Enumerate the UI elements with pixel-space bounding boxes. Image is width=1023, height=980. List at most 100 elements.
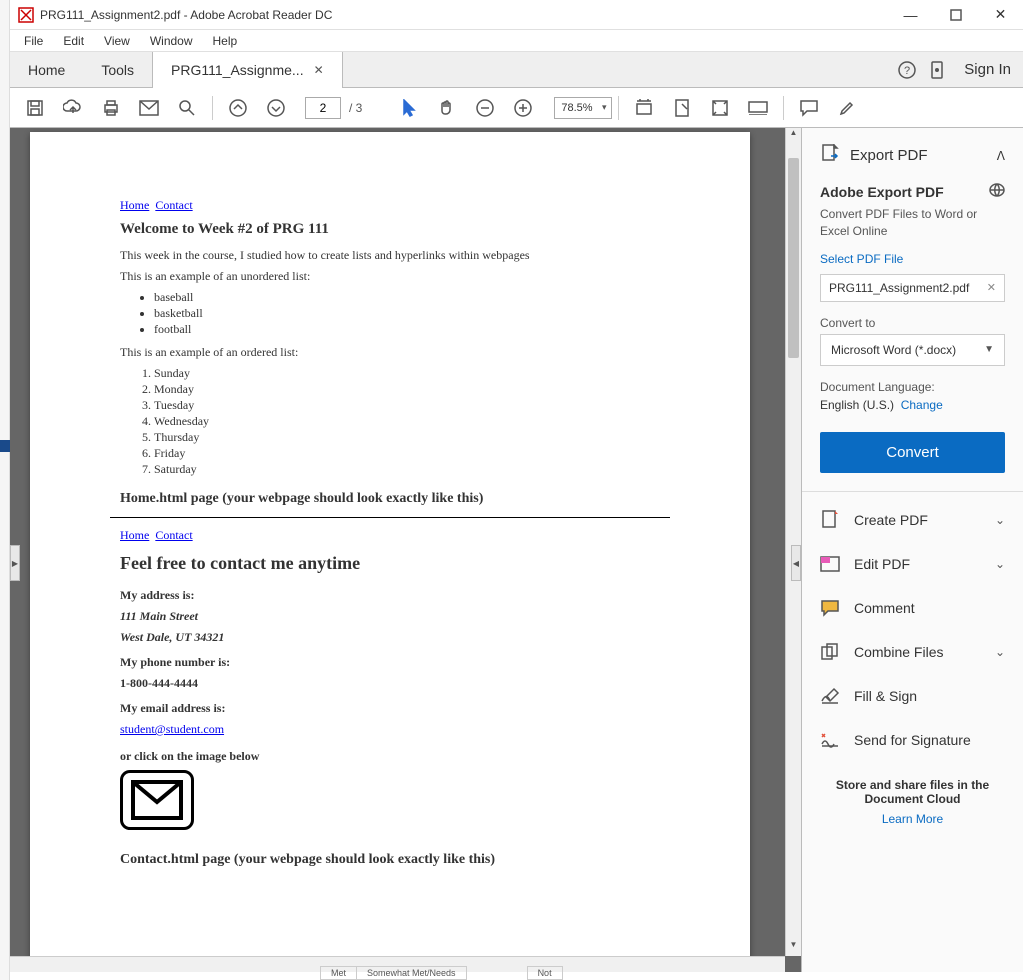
minimize-button[interactable]: — (888, 0, 933, 30)
chevron-down-icon: ▼ (984, 344, 994, 355)
scroll-thumb[interactable] (788, 158, 799, 358)
search-icon[interactable] (168, 89, 206, 127)
separator (618, 96, 619, 120)
page-down-icon[interactable] (257, 89, 295, 127)
menu-file[interactable]: File (24, 34, 43, 48)
doc-heading-week: Welcome to Week #2 of PRG 111 (120, 221, 660, 238)
doc-nav-home[interactable]: Home (120, 198, 149, 212)
convert-to-label: Convert to (820, 316, 1005, 330)
list-item: Tuesday (154, 398, 660, 413)
list-item: basketball (154, 306, 660, 321)
doc-nav-home[interactable]: Home (120, 528, 149, 542)
comment-bubble-icon[interactable] (790, 89, 828, 127)
pointer-tool-icon[interactable] (390, 89, 428, 127)
hand-tool-icon[interactable] (428, 89, 466, 127)
page-view-icon[interactable] (663, 89, 701, 127)
convert-button[interactable]: Convert (820, 432, 1005, 473)
zoom-dropdown[interactable]: 78.5% (554, 97, 611, 119)
doc-email-link[interactable]: student@student.com (120, 722, 224, 736)
menu-edit[interactable]: Edit (63, 34, 84, 48)
selected-file-box[interactable]: PRG111_Assignment2.pdf ✕ (820, 274, 1005, 302)
chevron-down-icon: ⌄ (995, 557, 1005, 571)
maximize-button[interactable] (933, 0, 978, 30)
doc-caption-home: Home.html page (your webpage should look… (120, 491, 660, 507)
export-pdf-section-head[interactable]: Export PDF ᐱ (802, 128, 1023, 183)
list-item: Wednesday (154, 414, 660, 429)
tab-document[interactable]: PRG111_Assignme... ✕ (152, 52, 343, 88)
combine-files-icon (820, 642, 840, 662)
chevron-down-icon: ⌄ (995, 513, 1005, 527)
edit-pdf-icon (820, 554, 840, 574)
list-item: Saturday (154, 462, 660, 477)
export-title: Adobe Export PDF (820, 184, 944, 200)
tool-comment[interactable]: Comment (802, 586, 1023, 630)
left-panel-toggle[interactable]: ▶ (10, 545, 20, 581)
tool-create-pdf[interactable]: Create PDF⌄ (802, 498, 1023, 542)
print-icon[interactable] (92, 89, 130, 127)
doc-week-intro: This week in the course, I studied how t… (120, 248, 660, 263)
learn-more-link[interactable]: Learn More (818, 812, 1007, 826)
selected-file-name: PRG111_Assignment2.pdf (829, 281, 969, 295)
title-bar: PRG111_Assignment2.pdf - Adobe Acrobat R… (10, 0, 1023, 30)
menu-bar: File Edit View Window Help (10, 30, 1023, 52)
doc-nav-contact[interactable]: Contact (155, 198, 192, 212)
scroll-up-icon[interactable]: ▲ (786, 128, 801, 144)
tab-tools[interactable]: Tools (83, 52, 152, 88)
export-pdf-icon (820, 144, 840, 167)
cloud-upload-icon[interactable] (54, 89, 92, 127)
save-icon[interactable] (16, 89, 54, 127)
pdf-app-icon (18, 7, 34, 23)
tool-send-signature[interactable]: Send for Signature (802, 718, 1023, 762)
envelope-image-icon[interactable] (120, 770, 194, 830)
doc-nav-contact[interactable]: Contact (155, 528, 192, 542)
tab-close-icon[interactable]: ✕ (314, 63, 324, 77)
send-signature-icon (820, 730, 840, 750)
tab-bar: Home Tools PRG111_Assignme... ✕ ? Sign I… (10, 52, 1023, 88)
menu-view[interactable]: View (104, 34, 130, 48)
document-viewport[interactable]: Home Contact Welcome to Week #2 of PRG 1… (10, 128, 801, 972)
right-panel-toggle[interactable]: ◀ (791, 545, 801, 581)
page-up-icon[interactable] (219, 89, 257, 127)
web-link-icon[interactable] (989, 183, 1005, 200)
convert-format-dropdown[interactable]: Microsoft Word (*.docx)▼ (820, 334, 1005, 366)
svg-text:?: ? (904, 65, 910, 77)
external-window-strip (0, 0, 10, 980)
zoom-out-icon[interactable] (466, 89, 504, 127)
separator (212, 96, 213, 120)
tool-edit-pdf[interactable]: Edit PDF⌄ (802, 542, 1023, 586)
email-icon[interactable] (130, 89, 168, 127)
read-mode-icon[interactable] (739, 89, 777, 127)
tab-home[interactable]: Home (10, 52, 83, 88)
zoom-in-icon[interactable] (504, 89, 542, 127)
mobile-icon[interactable] (922, 55, 952, 85)
doc-ordered-intro: This is an example of an ordered list: (120, 345, 660, 360)
window-title: PRG111_Assignment2.pdf - Adobe Acrobat R… (40, 8, 332, 22)
close-button[interactable]: ✕ (978, 0, 1023, 30)
highlight-icon[interactable] (828, 89, 866, 127)
help-icon[interactable]: ? (892, 55, 922, 85)
rubric-cell: Not (527, 966, 563, 980)
create-pdf-icon (820, 510, 840, 530)
doc-language-value: English (U.S.) (820, 398, 894, 412)
select-pdf-file-link[interactable]: Select PDF File (820, 252, 1005, 266)
scroll-down-icon[interactable]: ▼ (786, 940, 801, 956)
tool-combine-files[interactable]: Combine Files⌄ (802, 630, 1023, 674)
menu-help[interactable]: Help (213, 34, 238, 48)
list-item: Monday (154, 382, 660, 397)
sign-in-link[interactable]: Sign In (964, 61, 1011, 78)
vertical-scrollbar[interactable]: ▲ ▼ (785, 128, 801, 956)
tool-fill-sign[interactable]: Fill & Sign (802, 674, 1023, 718)
fullscreen-icon[interactable] (701, 89, 739, 127)
chevron-down-icon: ⌄ (995, 645, 1005, 659)
clear-file-icon[interactable]: ✕ (987, 281, 996, 294)
export-description: Convert PDF Files to Word or Excel Onlin… (820, 206, 1005, 240)
doc-unordered-intro: This is an example of an unordered list: (120, 269, 660, 284)
page-number-input[interactable] (305, 97, 341, 119)
fit-width-icon[interactable] (625, 89, 663, 127)
tab-document-label: PRG111_Assignme... (171, 62, 304, 78)
doc-address-line1: 111 Main Street (120, 609, 660, 624)
menu-window[interactable]: Window (150, 34, 193, 48)
change-language-link[interactable]: Change (901, 398, 943, 412)
doc-address-line2: West Dale, UT 34321 (120, 630, 660, 645)
list-item: Sunday (154, 366, 660, 381)
